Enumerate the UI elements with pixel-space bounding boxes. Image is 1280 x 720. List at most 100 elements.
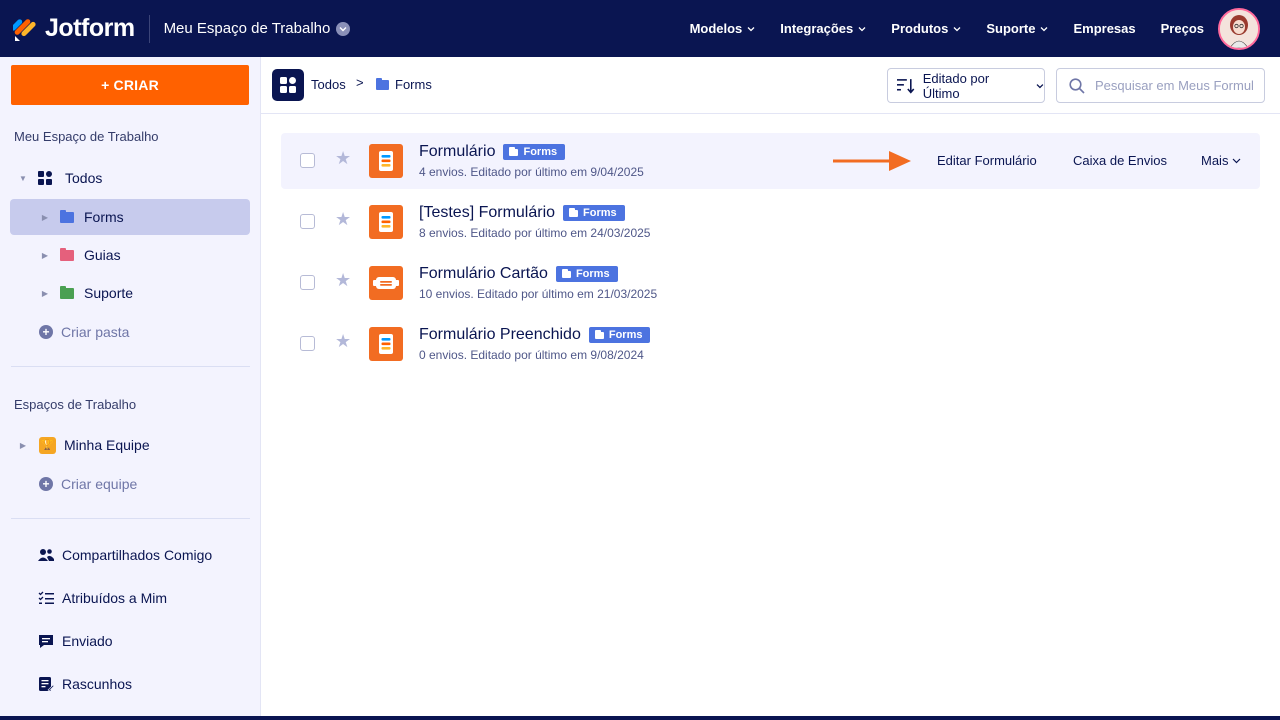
create-team-button[interactable]: + Criar equipe xyxy=(10,466,250,502)
caret-right-icon[interactable]: ▶ xyxy=(40,289,50,298)
nav-modelos[interactable]: Modelos xyxy=(690,21,756,36)
create-team-label: Criar equipe xyxy=(61,476,138,492)
card-form-icon xyxy=(369,266,403,300)
avatar-illustration-icon xyxy=(1220,9,1258,48)
form-title-group: Formulário Cartão Forms xyxy=(419,265,618,283)
sidebar-item-minha-equipe[interactable]: ▶ 🏆 Minha Equipe xyxy=(10,427,250,463)
sidebar-item-label: Compartilhados Comigo xyxy=(62,547,213,563)
sidebar-item-label: Rascunhos xyxy=(62,676,133,692)
chevron-down-icon xyxy=(747,26,755,31)
inbox-button[interactable]: Caixa de Envios xyxy=(1073,153,1167,168)
create-folder-label: Criar pasta xyxy=(61,324,130,340)
nav-label: Produtos xyxy=(891,21,949,36)
sidebar-item-shared[interactable]: Compartilhados Comigo xyxy=(38,547,212,563)
form-list-icon xyxy=(369,205,403,239)
folder-badge[interactable]: Forms xyxy=(503,144,566,160)
sidebar-item-suporte[interactable]: ▶ Suporte xyxy=(10,275,250,311)
form-title-group: Formulário Preenchido Forms xyxy=(419,326,651,344)
folder-icon xyxy=(60,247,74,261)
sidebar-item-forms[interactable]: ▶ Forms xyxy=(10,199,250,235)
row-checkbox[interactable] xyxy=(300,336,315,351)
breadcrumb-todos[interactable]: Todos xyxy=(311,77,346,92)
star-icon[interactable]: ★ xyxy=(335,270,351,291)
nav-label: Modelos xyxy=(689,21,743,36)
badge-label: Forms xyxy=(523,146,558,158)
caret-right-icon[interactable]: ▶ xyxy=(40,251,50,260)
star-icon[interactable]: ★ xyxy=(335,209,351,230)
workspace-selector[interactable]: Meu Espaço de Trabalho xyxy=(164,20,351,37)
create-folder-button[interactable]: + Criar pasta xyxy=(10,314,250,350)
chevron-down-icon xyxy=(858,26,866,31)
form-meta: 4 envios. Editado por último em 9/04/202… xyxy=(419,165,644,179)
nav-suporte[interactable]: Suporte xyxy=(986,21,1048,36)
sidebar-item-label: Minha Equipe xyxy=(64,437,150,453)
caret-right-icon[interactable]: ▶ xyxy=(18,441,28,450)
star-icon[interactable]: ★ xyxy=(335,148,351,169)
sidebar-item-todos[interactable]: ▼ Todos xyxy=(10,160,250,196)
nav-precos[interactable]: Preços xyxy=(1161,21,1204,36)
sidebar-item-label: Guias xyxy=(84,247,121,263)
form-title[interactable]: Formulário Cartão xyxy=(419,265,548,283)
sidebar-item-assigned[interactable]: Atribuídos a Mim xyxy=(38,590,167,606)
row-checkbox[interactable] xyxy=(300,275,315,290)
bottom-edge xyxy=(0,716,1280,720)
user-avatar[interactable] xyxy=(1218,7,1260,50)
arrow-right-icon xyxy=(833,151,911,171)
row-checkbox[interactable] xyxy=(300,153,315,168)
topbar-divider xyxy=(148,14,150,43)
main-content: Todos > Forms Editado por Último ★ xyxy=(261,57,1280,720)
plus-circle-icon: + xyxy=(39,477,53,491)
breadcrumb-forms[interactable]: Forms xyxy=(376,77,432,92)
search-box[interactable] xyxy=(1056,68,1265,103)
sort-label: Editado por Último xyxy=(922,70,990,101)
form-row[interactable]: ★ Formulário Forms 4 envios. Editado por… xyxy=(281,133,1260,189)
all-apps-button[interactable] xyxy=(272,69,304,101)
form-title-group: [Testes] Formulário Forms xyxy=(419,204,625,222)
form-row[interactable]: ★ Formulário Cartão Forms 10 envios. Edi… xyxy=(281,255,1260,311)
form-title-group: Formulário Forms xyxy=(419,143,566,161)
more-label: Mais xyxy=(1201,153,1229,168)
row-checkbox[interactable] xyxy=(300,214,315,229)
team-trophy-icon: 🏆 xyxy=(39,436,56,454)
folder-badge[interactable]: Forms xyxy=(555,266,618,282)
jotform-logo[interactable]: Jotform xyxy=(13,14,135,43)
form-row[interactable]: ★ Formulário Preenchido Forms 0 envios. … xyxy=(281,316,1260,372)
edit-form-button[interactable]: Editar Formulário xyxy=(937,153,1037,168)
badge-label: Forms xyxy=(575,268,610,280)
folder-icon xyxy=(60,285,74,299)
sort-dropdown[interactable]: Editado por Último xyxy=(887,68,1045,103)
top-navigation-bar: Jotform Meu Espaço de Trabalho Modelos I… xyxy=(0,0,1280,57)
plus-circle-icon: + xyxy=(39,325,53,339)
create-button[interactable]: + CRIAR xyxy=(11,65,249,105)
form-title[interactable]: Formulário Preenchido xyxy=(419,326,581,344)
sidebar-item-drafts[interactable]: Rascunhos xyxy=(38,676,132,692)
nav-label: Integrações xyxy=(780,21,854,36)
nav-integracoes[interactable]: Integrações xyxy=(780,21,866,36)
sidebar-item-guias[interactable]: ▶ Guias xyxy=(10,237,250,273)
sidebar: + CRIAR Meu Espaço de Trabalho ▼ Todos ▶… xyxy=(0,57,261,720)
caret-down-icon[interactable]: ▼ xyxy=(18,174,28,183)
form-meta: 10 envios. Editado por último em 21/03/2… xyxy=(419,287,658,301)
nav-empresas[interactable]: Empresas xyxy=(1073,21,1135,36)
badge-label: Forms xyxy=(608,329,643,341)
star-icon[interactable]: ★ xyxy=(335,331,351,352)
sidebar-item-sent[interactable]: Enviado xyxy=(38,633,113,649)
sidebar-item-label: Atribuídos a Mim xyxy=(62,590,168,606)
form-title[interactable]: [Testes] Formulário xyxy=(419,204,555,222)
chevron-down-icon xyxy=(1233,158,1241,163)
nav-label: Suporte xyxy=(986,21,1036,36)
breadcrumb-current-label: Forms xyxy=(395,77,432,92)
search-input[interactable] xyxy=(1095,78,1255,93)
caret-right-icon[interactable]: ▶ xyxy=(40,213,50,222)
more-button[interactable]: Mais xyxy=(1201,153,1241,168)
folder-icon xyxy=(594,329,604,339)
form-list-icon xyxy=(369,144,403,178)
form-title[interactable]: Formulário xyxy=(419,143,495,161)
folder-badge[interactable]: Forms xyxy=(588,327,651,343)
folder-badge[interactable]: Forms xyxy=(563,205,625,221)
form-meta: 8 envios. Editado por último em 24/03/20… xyxy=(419,226,651,240)
sidebar-item-label: Forms xyxy=(84,209,124,225)
chevron-down-icon xyxy=(1036,83,1044,88)
nav-produtos[interactable]: Produtos xyxy=(891,21,961,36)
form-row[interactable]: ★ [Testes] Formulário Forms 8 envios. Ed… xyxy=(281,194,1260,250)
